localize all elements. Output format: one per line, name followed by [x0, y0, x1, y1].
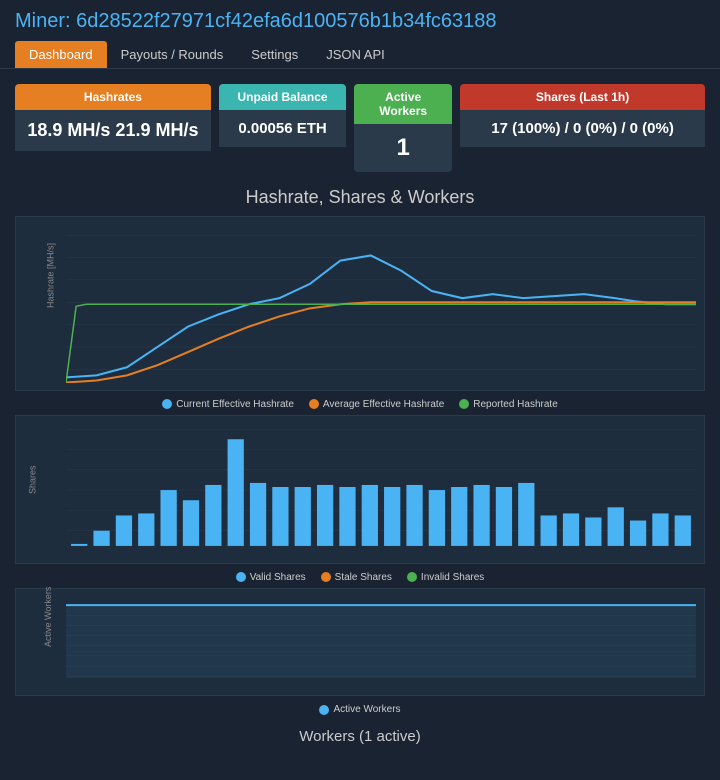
nav-bar: Dashboard Payouts / Rounds Settings JSON… [15, 41, 705, 68]
shares-label: Shares (Last 1h) [460, 84, 705, 110]
workers-card: Active Workers 1 [354, 84, 452, 172]
chart-title: Hashrate, Shares & Workers [15, 187, 705, 208]
legend-invalid: Invalid Shares [407, 572, 484, 583]
workers-chart: Active Workers 1 1 1 1 0 0 0 0 [15, 588, 705, 696]
workers-value: 1 [354, 124, 452, 172]
legend-average-label: Average Effective Hashrate [323, 399, 444, 410]
hashrate-label: Hashrates [15, 84, 211, 110]
legend-valid: Valid Shares [236, 572, 306, 583]
legend-invalid-label: Invalid Shares [421, 572, 484, 583]
legend-workers-label: Active Workers [333, 704, 400, 715]
stats-row: Hashrates 18.9 MH/s 21.9 MH/s Unpaid Bal… [0, 69, 720, 182]
legend-workers-dot [319, 705, 329, 715]
legend-valid-dot [236, 572, 246, 582]
nav-settings[interactable]: Settings [237, 41, 312, 68]
unpaid-card: Unpaid Balance 0.00056 ETH [219, 84, 346, 172]
legend-stale: Stale Shares [321, 572, 392, 583]
legend-average-dot [309, 399, 319, 409]
chart-section: Hashrate, Shares & Workers Hashrate [MH/… [0, 182, 720, 755]
legend-stale-label: Stale Shares [335, 572, 392, 583]
legend-valid-label: Valid Shares [250, 572, 306, 583]
shares-svg: 30 25 20 15 10 5 0 [66, 424, 696, 556]
legend-invalid-dot [407, 572, 417, 582]
legend-average: Average Effective Hashrate [309, 399, 444, 410]
unpaid-value: 0.00056 ETH [219, 110, 346, 147]
legend-current-dot [162, 399, 172, 409]
workers-label: Active Workers [354, 84, 452, 124]
workers-legend: Active Workers [15, 704, 705, 715]
legend-reported-dot [459, 399, 469, 409]
hashrate-chart: Hashrate [MH/s] 35.0000M 30.0000M 25.000… [15, 216, 705, 391]
workers-svg: 1 1 1 1 0 0 0 0 [66, 597, 696, 688]
shares-card: Shares (Last 1h) 17 (100%) / 0 (0%) / 0 … [460, 84, 705, 172]
shares-value: 17 (100%) / 0 (0%) / 0 (0%) [460, 110, 705, 147]
hashrate-legend: Current Effective Hashrate Average Effec… [15, 399, 705, 410]
hashrate-svg: 35.0000M 30.0000M 25.0000M 20.0000M 15.0… [66, 225, 696, 383]
legend-reported-label: Reported Hashrate [473, 399, 558, 410]
miner-address: 6d28522f27971cf42efa6d100576b1b34fc63188 [76, 10, 496, 32]
legend-reported: Reported Hashrate [459, 399, 558, 410]
workers-footer: Workers (1 active) [15, 720, 705, 750]
workers-y-label: Active Workers [43, 586, 53, 646]
hashrate-card: Hashrates 18.9 MH/s 21.9 MH/s [15, 84, 211, 172]
legend-current: Current Effective Hashrate [162, 399, 294, 410]
nav-dashboard[interactable]: Dashboard [15, 41, 107, 68]
unpaid-label: Unpaid Balance [219, 84, 346, 110]
hashrate-y-label: Hashrate [MH/s] [46, 243, 56, 308]
header: Miner: 6d28522f27971cf42efa6d100576b1b34… [0, 0, 720, 69]
legend-current-label: Current Effective Hashrate [176, 399, 294, 410]
miner-label: Miner: [15, 10, 71, 32]
miner-title: Miner: 6d28522f27971cf42efa6d100576b1b34… [15, 10, 705, 33]
hashrate-value: 18.9 MH/s 21.9 MH/s [15, 110, 211, 151]
shares-chart: Shares 30 25 20 15 10 5 0 [15, 415, 705, 564]
legend-workers: Active Workers [319, 704, 400, 715]
nav-jsonapi[interactable]: JSON API [312, 41, 399, 68]
shares-legend: Valid Shares Stale Shares Invalid Shares [15, 572, 705, 583]
nav-payouts[interactable]: Payouts / Rounds [107, 41, 238, 68]
legend-stale-dot [321, 572, 331, 582]
shares-y-label: Shares [27, 466, 37, 495]
